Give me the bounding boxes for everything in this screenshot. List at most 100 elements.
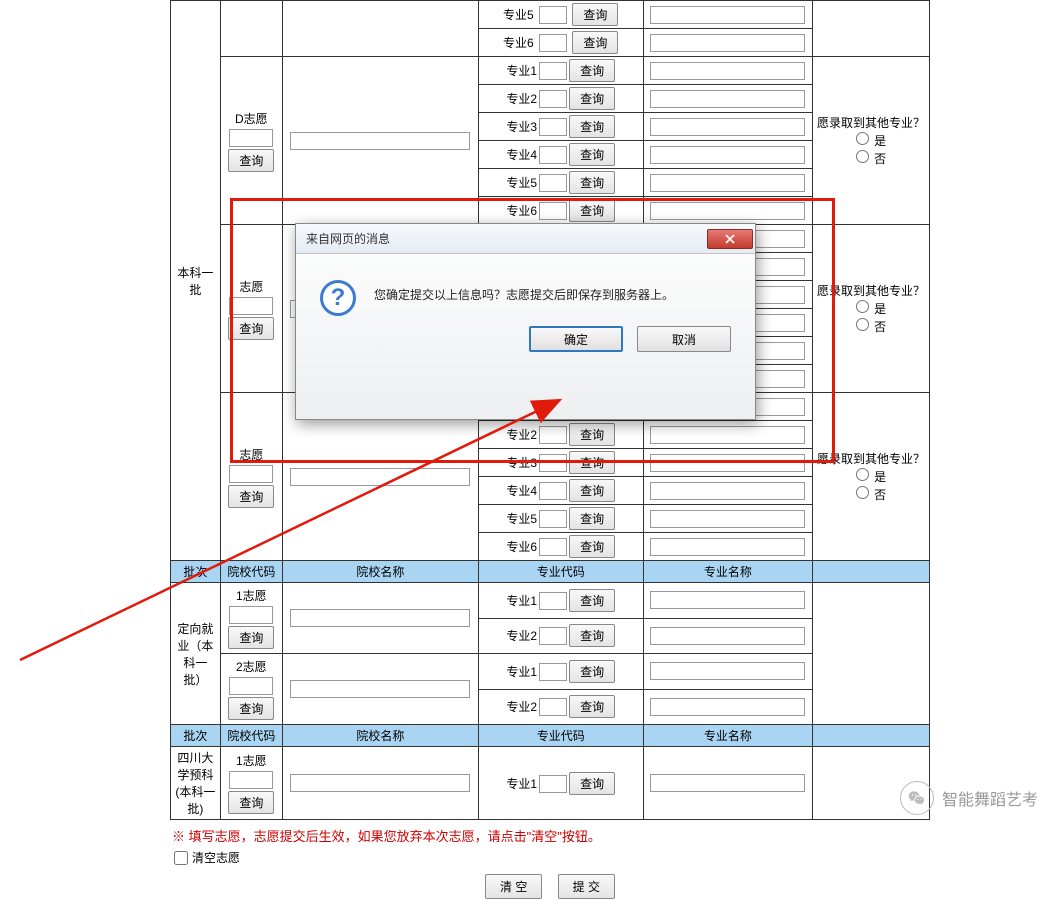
major-code-input[interactable]	[539, 538, 567, 556]
school-code-input[interactable]	[229, 297, 273, 315]
school-code-input[interactable]	[229, 465, 273, 483]
major-code-input[interactable]	[539, 174, 567, 192]
question-icon: ?	[320, 280, 356, 316]
obey-yes-radio[interactable]	[856, 300, 869, 313]
query-major-button[interactable]: 查询	[569, 535, 615, 558]
query-major-button[interactable]: 查询	[569, 772, 615, 795]
query-major-button[interactable]: 查询	[569, 451, 615, 474]
query-major-button[interactable]: 查询	[569, 59, 615, 82]
major-name-input[interactable]	[650, 454, 805, 472]
major-code-input[interactable]	[539, 34, 567, 52]
major-name-input[interactable]	[650, 698, 805, 716]
major-name-input[interactable]	[650, 627, 805, 645]
dialog-close-button[interactable]	[707, 229, 753, 249]
major-name-input[interactable]	[650, 62, 805, 80]
query-school-button[interactable]: 查询	[228, 697, 274, 720]
major-name-input[interactable]	[650, 34, 805, 52]
school-code-input[interactable]	[229, 606, 273, 624]
query-major-button[interactable]: 查询	[569, 660, 615, 683]
major-name-input[interactable]	[650, 90, 805, 108]
major-name-input[interactable]	[650, 202, 805, 220]
major-code-input[interactable]	[539, 202, 567, 220]
major-name-input[interactable]	[650, 662, 805, 680]
obey-yes-radio[interactable]	[856, 132, 869, 145]
major-label: 专业1	[506, 594, 537, 608]
dialog-cancel-button[interactable]: 取消	[637, 326, 731, 352]
major-code-input[interactable]	[539, 592, 567, 610]
major-name-input[interactable]	[650, 510, 805, 528]
submit-button[interactable]: 提 交	[558, 874, 615, 899]
major-code-input[interactable]	[539, 118, 567, 136]
major-label: 专业2	[506, 629, 537, 643]
major-code-input[interactable]	[539, 627, 567, 645]
hint-line: ※ 填写志愿，志愿提交后生效，如果您放弃本次志愿，请点击"清空"按钮。	[172, 826, 930, 845]
school-name-input[interactable]	[290, 680, 470, 698]
major-code-input[interactable]	[539, 426, 567, 444]
major-name-input[interactable]	[650, 118, 805, 136]
major-code-input[interactable]	[539, 482, 567, 500]
major-name-input[interactable]	[650, 146, 805, 164]
major-code-input[interactable]	[539, 510, 567, 528]
query-school-button[interactable]: 查询	[228, 485, 274, 508]
query-major-button[interactable]: 查询	[569, 87, 615, 110]
col-major-code: 专业代码	[478, 561, 643, 583]
query-major-button[interactable]: 查询	[569, 115, 615, 138]
major-label: 专业6	[506, 540, 537, 554]
major-label: 专业6	[503, 36, 534, 50]
obey-no-radio[interactable]	[856, 486, 869, 499]
major-label: 专业4	[506, 148, 537, 162]
query-major-button[interactable]: 查询	[569, 143, 615, 166]
query-major-button[interactable]: 查询	[572, 31, 618, 54]
clear-wish-checkbox[interactable]	[174, 851, 188, 865]
school-name-input[interactable]	[290, 132, 470, 150]
query-school-button[interactable]: 查询	[228, 626, 274, 649]
dialog-ok-button[interactable]: 确定	[529, 326, 623, 352]
query-school-button[interactable]: 查询	[228, 317, 274, 340]
obey-no-radio[interactable]	[856, 150, 869, 163]
school-code-input[interactable]	[229, 771, 273, 789]
query-major-button[interactable]: 查询	[569, 695, 615, 718]
col-major-name: 专业名称	[643, 725, 812, 747]
school-code-input[interactable]	[229, 677, 273, 695]
major-name-input[interactable]	[650, 538, 805, 556]
major-name-input[interactable]	[650, 174, 805, 192]
query-major-button[interactable]: 查询	[569, 589, 615, 612]
major-name-input[interactable]	[650, 591, 805, 609]
school-code-input[interactable]	[229, 129, 273, 147]
obey-no-radio[interactable]	[856, 318, 869, 331]
major-code-input[interactable]	[539, 454, 567, 472]
major-code-input[interactable]	[539, 775, 567, 793]
major-code-input[interactable]	[539, 663, 567, 681]
query-major-button[interactable]: 查询	[569, 479, 615, 502]
major-name-input[interactable]	[650, 6, 805, 24]
batch-label-3: 四川大学预科(本科一批)	[171, 747, 221, 820]
query-major-button[interactable]: 查询	[569, 507, 615, 530]
col-school-code: 院校代码	[220, 725, 282, 747]
school-name-input[interactable]	[290, 774, 470, 792]
query-major-button[interactable]: 查询	[569, 171, 615, 194]
major-name-input[interactable]	[650, 482, 805, 500]
query-school-button[interactable]: 查询	[228, 791, 274, 814]
query-school-button[interactable]: 查询	[228, 149, 274, 172]
obey-prompt: 愿录取到其他专业？	[817, 452, 925, 466]
major-code-input[interactable]	[539, 6, 567, 24]
major-code-input[interactable]	[539, 698, 567, 716]
major-code-input[interactable]	[539, 90, 567, 108]
obey-prompt: 愿录取到其他专业？	[817, 284, 925, 298]
major-code-input[interactable]	[539, 146, 567, 164]
col-batch: 批次	[171, 561, 221, 583]
major-name-input[interactable]	[650, 774, 805, 792]
clear-button[interactable]: 清 空	[485, 874, 542, 899]
dialog-title: 来自网页的消息	[306, 230, 707, 247]
major-name-input[interactable]	[650, 426, 805, 444]
school-name-input[interactable]	[290, 609, 470, 627]
major-code-input[interactable]	[539, 62, 567, 80]
query-major-button[interactable]: 查询	[572, 3, 618, 26]
query-major-button[interactable]: 查询	[569, 624, 615, 647]
obey-yes-radio[interactable]	[856, 468, 869, 481]
query-major-button[interactable]: 查询	[569, 423, 615, 446]
confirm-dialog: 来自网页的消息 ? 您确定提交以上信息吗？志愿提交后即保存到服务器上。 确定 取…	[295, 223, 756, 420]
query-major-button[interactable]: 查询	[569, 199, 615, 222]
col-major-name: 专业名称	[643, 561, 812, 583]
school-name-input[interactable]	[290, 468, 470, 486]
